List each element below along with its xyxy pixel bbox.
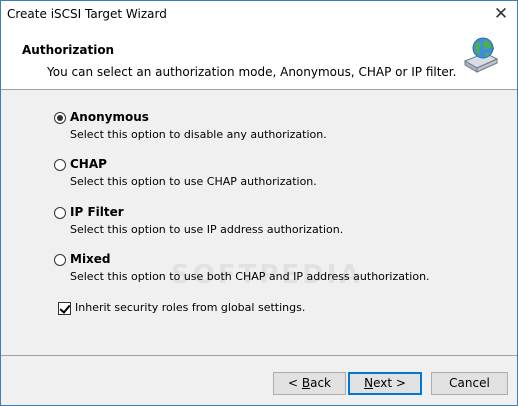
wizard-window: Create iSCSI Target Wizard ✕ Authorizati… xyxy=(0,0,518,406)
title-bar: Create iSCSI Target Wizard ✕ xyxy=(1,1,517,29)
chap-label[interactable]: CHAP xyxy=(70,157,107,171)
next-rest: ext > xyxy=(373,376,406,390)
page-subtitle: You can select an authorization mode, An… xyxy=(47,65,457,79)
back-prefix: < xyxy=(287,376,302,390)
mixed-radio[interactable] xyxy=(54,254,66,266)
inherit-security-checkbox[interactable] xyxy=(58,302,71,315)
next-mnemonic: N xyxy=(364,376,374,390)
watermark: SOFTPEDIA xyxy=(171,260,363,290)
ip-filter-label[interactable]: IP Filter xyxy=(70,205,124,219)
window-title: Create iSCSI Target Wizard xyxy=(7,7,167,21)
ip-filter-description: Select this option to use IP address aut… xyxy=(70,223,344,236)
chap-radio[interactable] xyxy=(54,159,66,171)
wizard-body: Anonymous Select this option to disable … xyxy=(1,90,517,355)
wizard-footer: < Back Next > Cancel xyxy=(1,355,517,405)
chap-description: Select this option to use CHAP authoriza… xyxy=(70,175,317,188)
back-mnemonic: B xyxy=(301,376,311,390)
ip-filter-radio[interactable] xyxy=(54,207,66,219)
page-title: Authorization xyxy=(22,43,115,57)
close-icon[interactable]: ✕ xyxy=(489,3,513,25)
back-rest: ack xyxy=(310,376,331,390)
next-button[interactable]: Next > xyxy=(348,372,422,395)
anonymous-radio[interactable] xyxy=(54,112,66,124)
inherit-security-label[interactable]: Inherit security roles from global setti… xyxy=(75,301,305,314)
network-drive-globe-icon xyxy=(463,37,499,73)
cancel-button[interactable]: Cancel xyxy=(431,372,508,395)
back-button[interactable]: < Back xyxy=(273,372,346,395)
anonymous-label[interactable]: Anonymous xyxy=(70,110,149,124)
mixed-label[interactable]: Mixed xyxy=(70,252,111,266)
wizard-header: Authorization You can select an authoriz… xyxy=(1,29,517,90)
anonymous-description: Select this option to disable any author… xyxy=(70,128,327,141)
